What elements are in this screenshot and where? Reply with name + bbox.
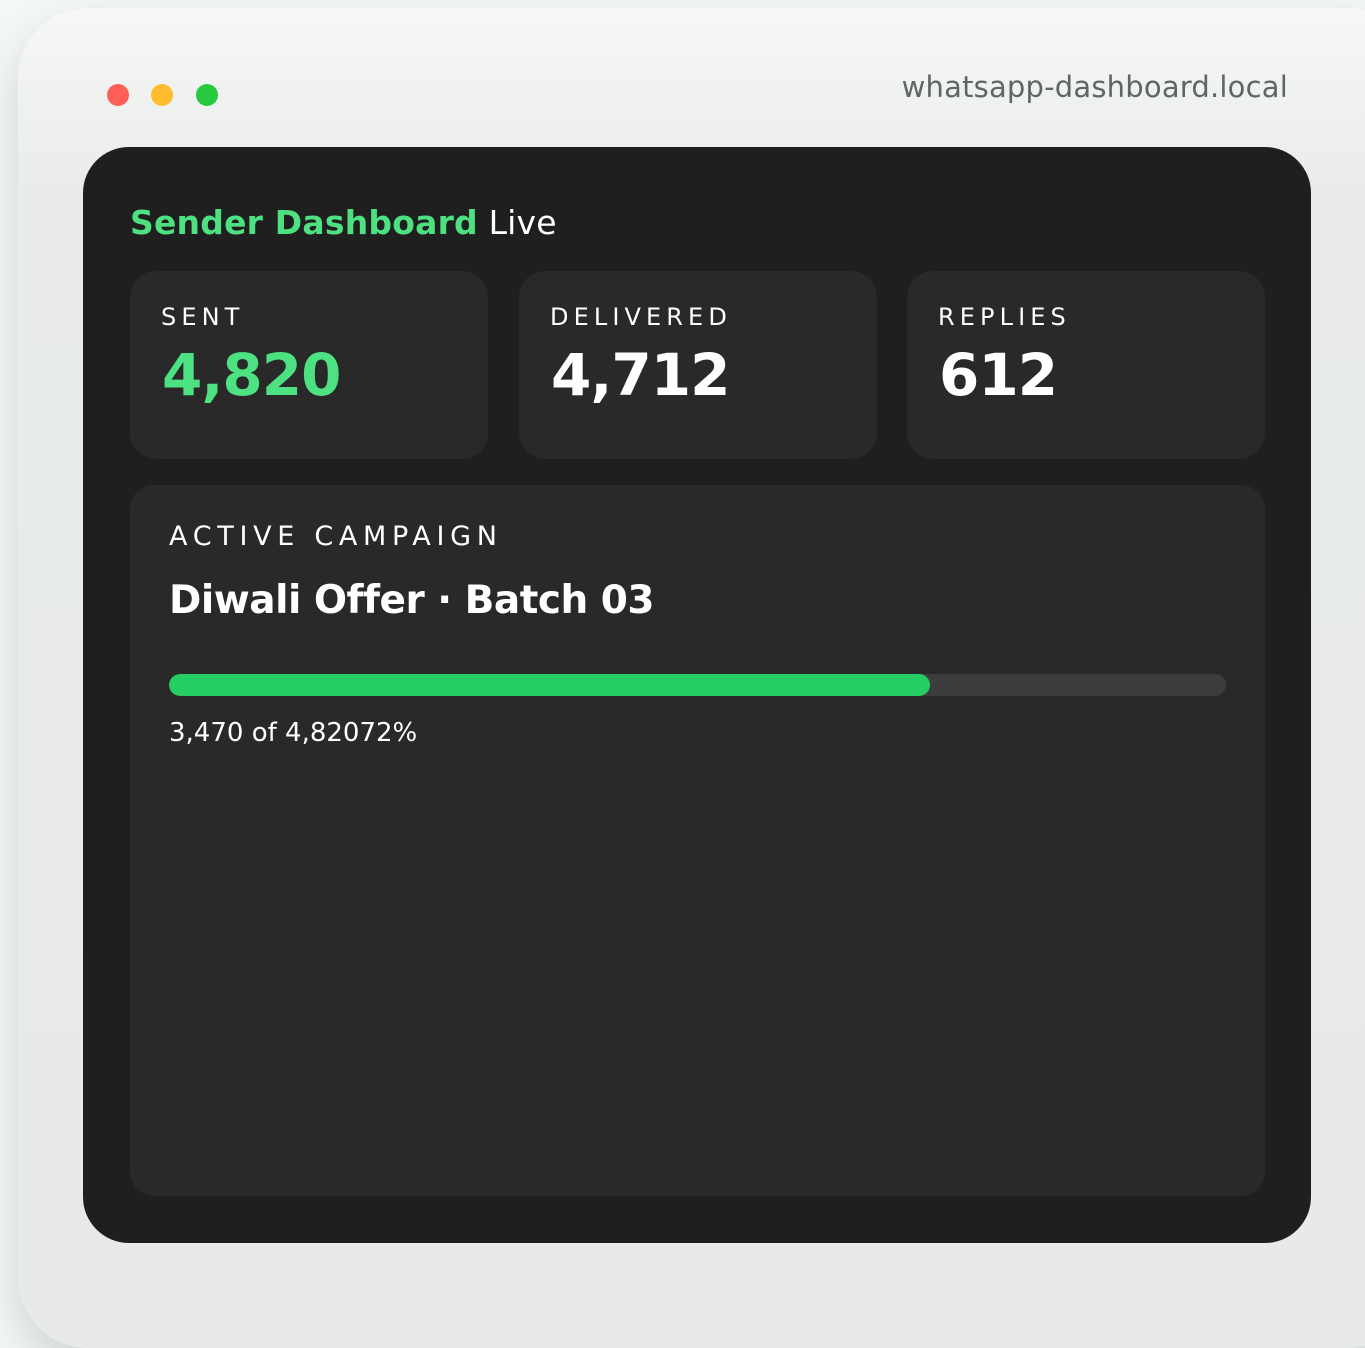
- progress-sent-count: 3,470: [169, 718, 244, 748]
- active-campaign-label: ACTIVE CAMPAIGN: [169, 521, 503, 552]
- replies-value: 612: [939, 341, 1058, 409]
- progress-separator: of: [243, 718, 286, 748]
- sent-label: SENT: [161, 303, 245, 331]
- page-title: Sender Dashboard Live: [130, 202, 557, 244]
- live-status: Live: [488, 203, 557, 242]
- maximize-window-icon[interactable]: [196, 84, 218, 106]
- delivered-value: 4,712: [551, 341, 730, 409]
- campaign-progress-fill: [169, 674, 931, 696]
- address-bar[interactable]: whatsapp-dashboard.local: [902, 69, 1288, 105]
- minimize-window-icon[interactable]: [151, 84, 173, 106]
- active-campaign-card: ACTIVE CAMPAIGN Diwali Offer · Batch 03 …: [130, 485, 1265, 1196]
- delivered-label: DELIVERED: [550, 303, 732, 331]
- page-title-main: Sender Dashboard: [130, 203, 478, 242]
- replies-card: REPLIES 612: [907, 271, 1265, 459]
- close-window-icon[interactable]: [107, 84, 129, 106]
- progress-percent: 72%: [359, 718, 418, 748]
- campaign-progress-track: [169, 674, 1226, 696]
- sent-value: 4,820: [162, 341, 341, 409]
- progress-total-count: 4,820: [285, 718, 360, 748]
- replies-label: REPLIES: [938, 303, 1071, 331]
- campaign-progress-text: 3,470 of 4,82072%: [169, 717, 417, 749]
- delivered-card: DELIVERED 4,712: [519, 271, 877, 459]
- campaign-name: Diwali Offer · Batch 03: [169, 578, 655, 623]
- sent-card: SENT 4,820: [130, 271, 488, 459]
